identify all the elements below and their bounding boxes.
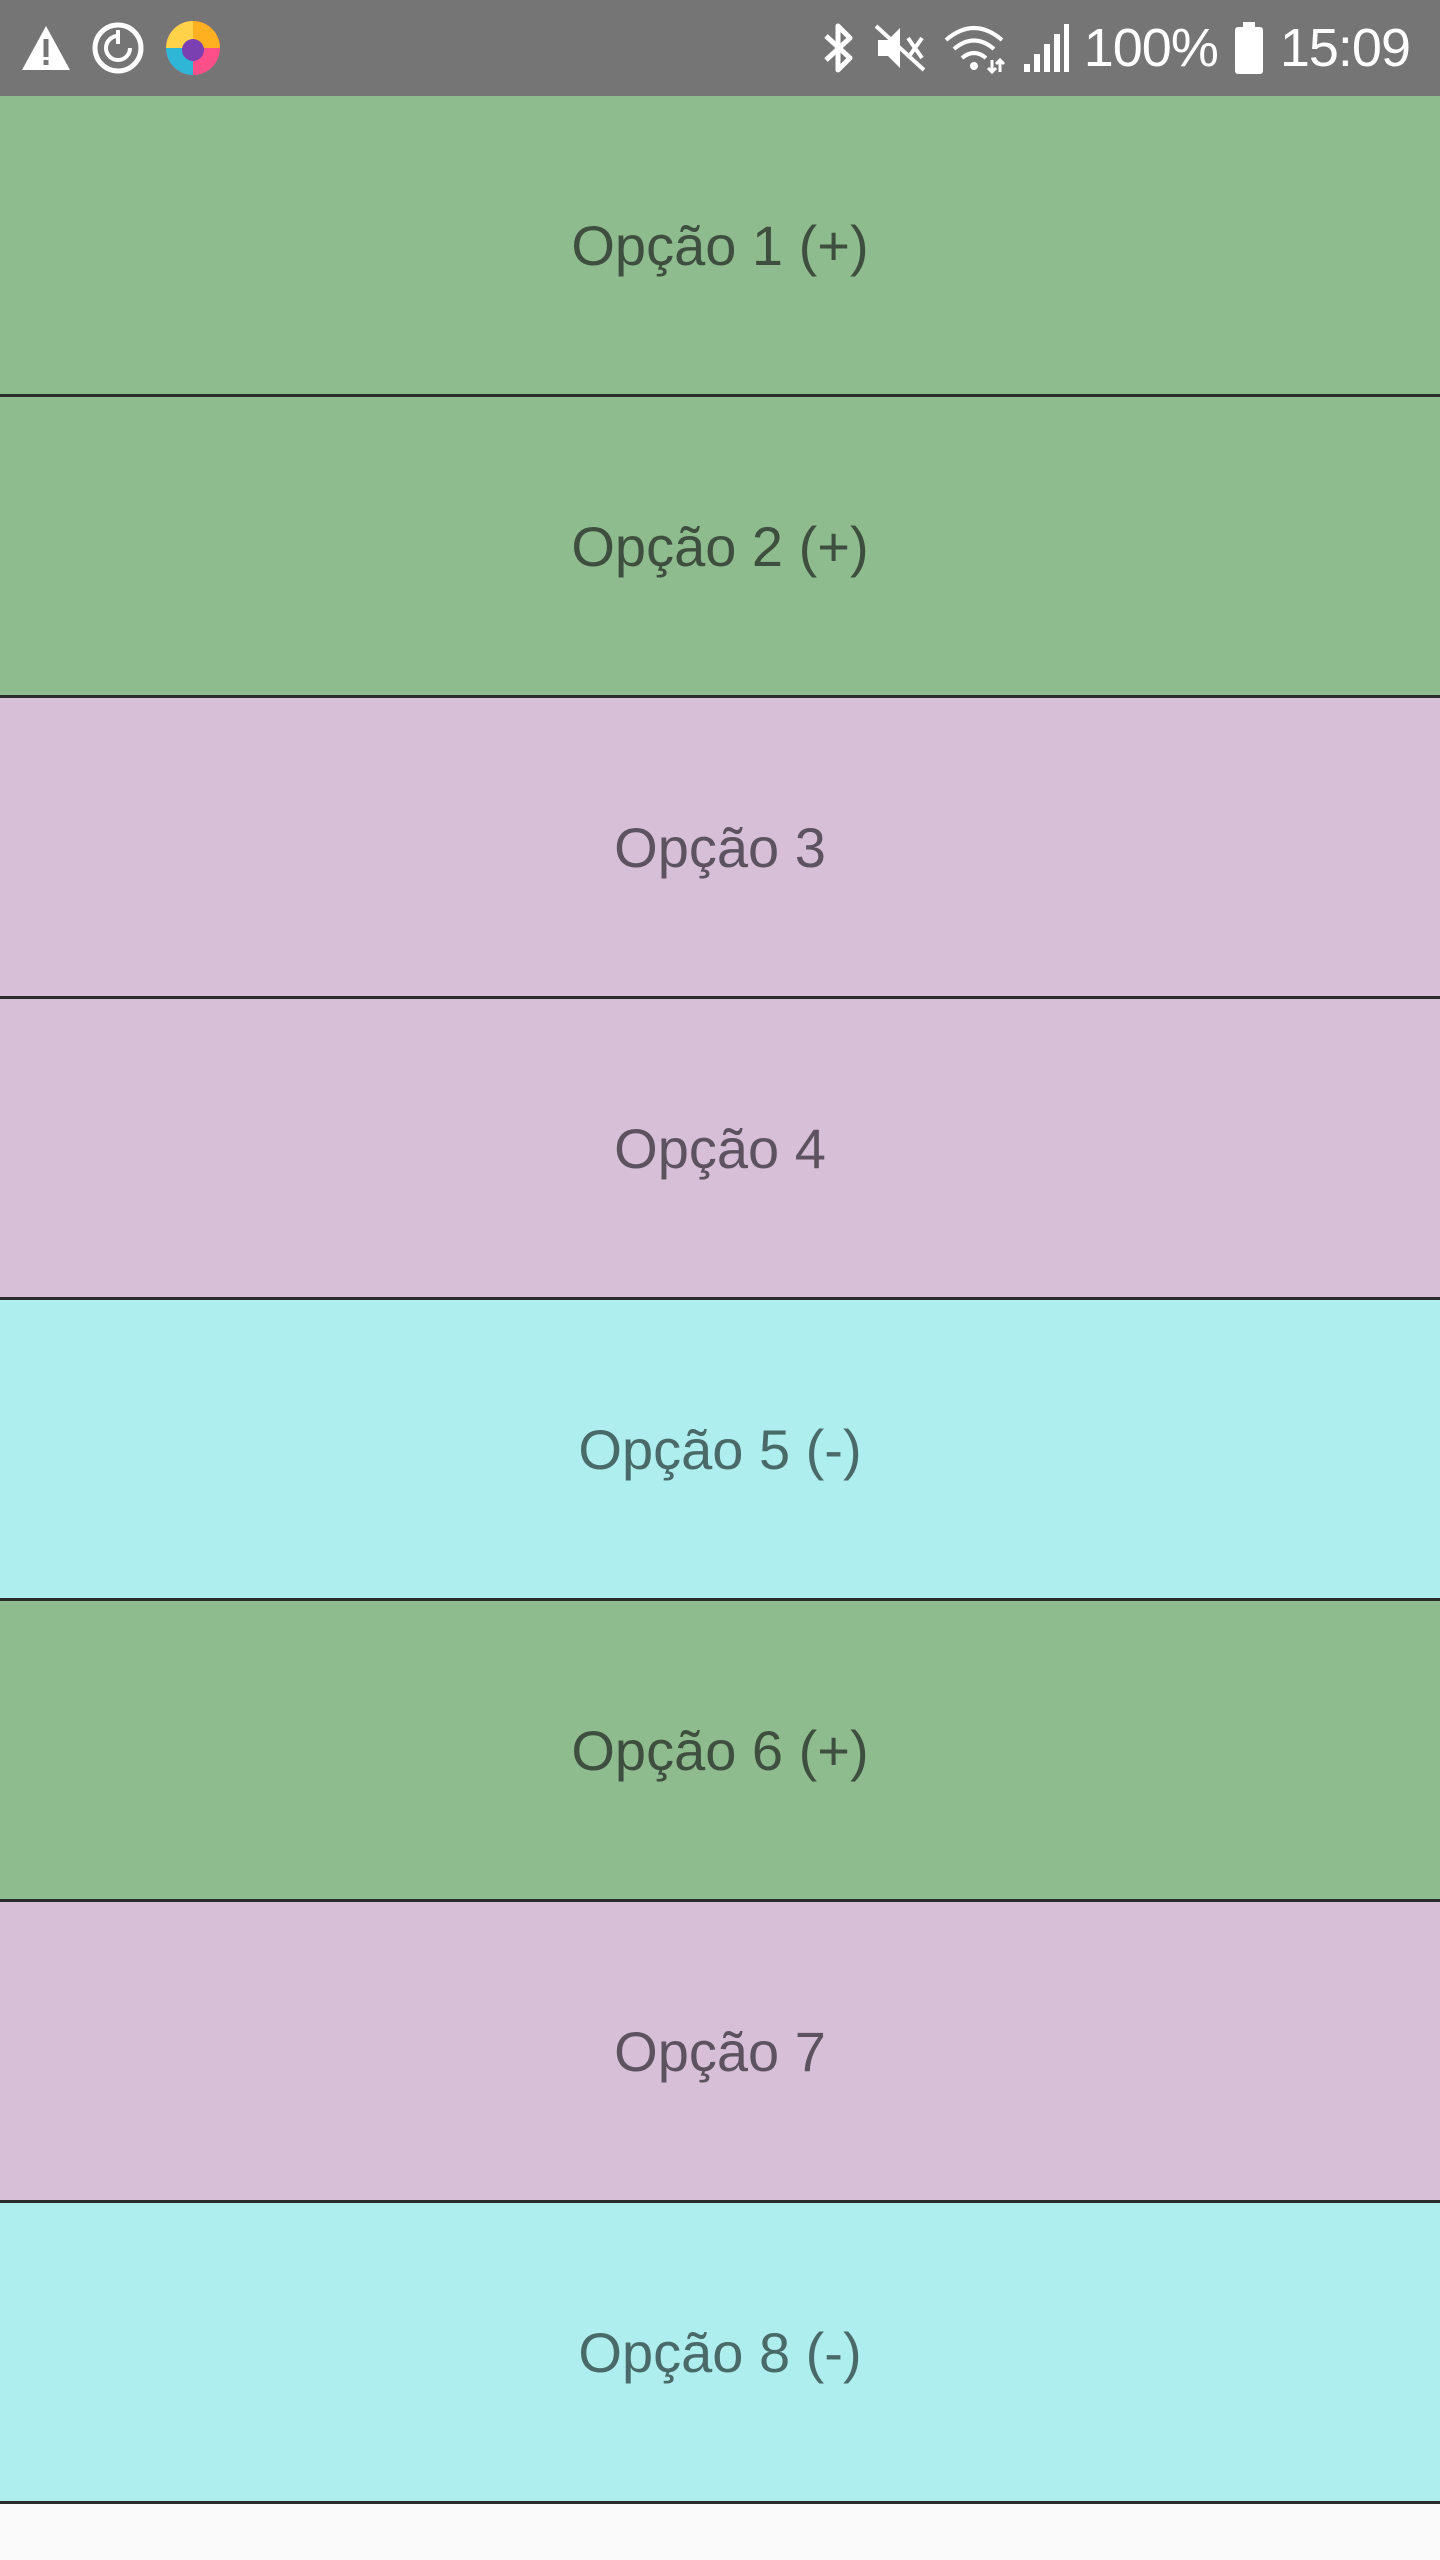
status-bar-left xyxy=(20,18,222,78)
battery-icon xyxy=(1232,20,1266,76)
option-4[interactable]: Opção 4 xyxy=(0,999,1440,1300)
option-label: Opção 4 xyxy=(614,1116,826,1180)
option-label: Opção 1 (+) xyxy=(571,213,869,277)
battery-percent: 100% xyxy=(1083,18,1219,78)
option-label: Opção 3 xyxy=(614,815,826,879)
option-label: Opção 7 xyxy=(614,2019,826,2083)
browser-app-icon xyxy=(164,19,222,77)
option-3[interactable]: Opção 3 xyxy=(0,698,1440,999)
option-label: Opção 2 (+) xyxy=(571,514,869,578)
option-label: Opção 8 (-) xyxy=(578,2320,862,2384)
sync-icon xyxy=(90,20,146,76)
option-1[interactable]: Opção 1 (+) xyxy=(0,96,1440,397)
option-6[interactable]: Opção 6 (+) xyxy=(0,1601,1440,1902)
status-bar: 100% 15:09 xyxy=(0,0,1440,96)
options-list: Opção 1 (+) Opção 2 (+) Opção 3 Opção 4 … xyxy=(0,96,1440,2504)
option-label: Opção 6 (+) xyxy=(571,1718,869,1782)
option-label: Opção 5 (-) xyxy=(578,1417,862,1481)
option-2[interactable]: Opção 2 (+) xyxy=(0,397,1440,698)
warning-icon xyxy=(20,24,72,72)
mute-icon xyxy=(872,20,928,76)
option-7[interactable]: Opção 7 xyxy=(0,1902,1440,2203)
option-8[interactable]: Opção 8 (-) xyxy=(0,2203,1440,2504)
status-bar-right: 100% 15:09 xyxy=(820,14,1411,82)
bluetooth-icon xyxy=(820,20,858,76)
wifi-icon xyxy=(942,20,1006,76)
signal-icon xyxy=(1020,20,1070,76)
option-5[interactable]: Opção 5 (-) xyxy=(0,1300,1440,1601)
clock: 15:09 xyxy=(1279,18,1411,78)
